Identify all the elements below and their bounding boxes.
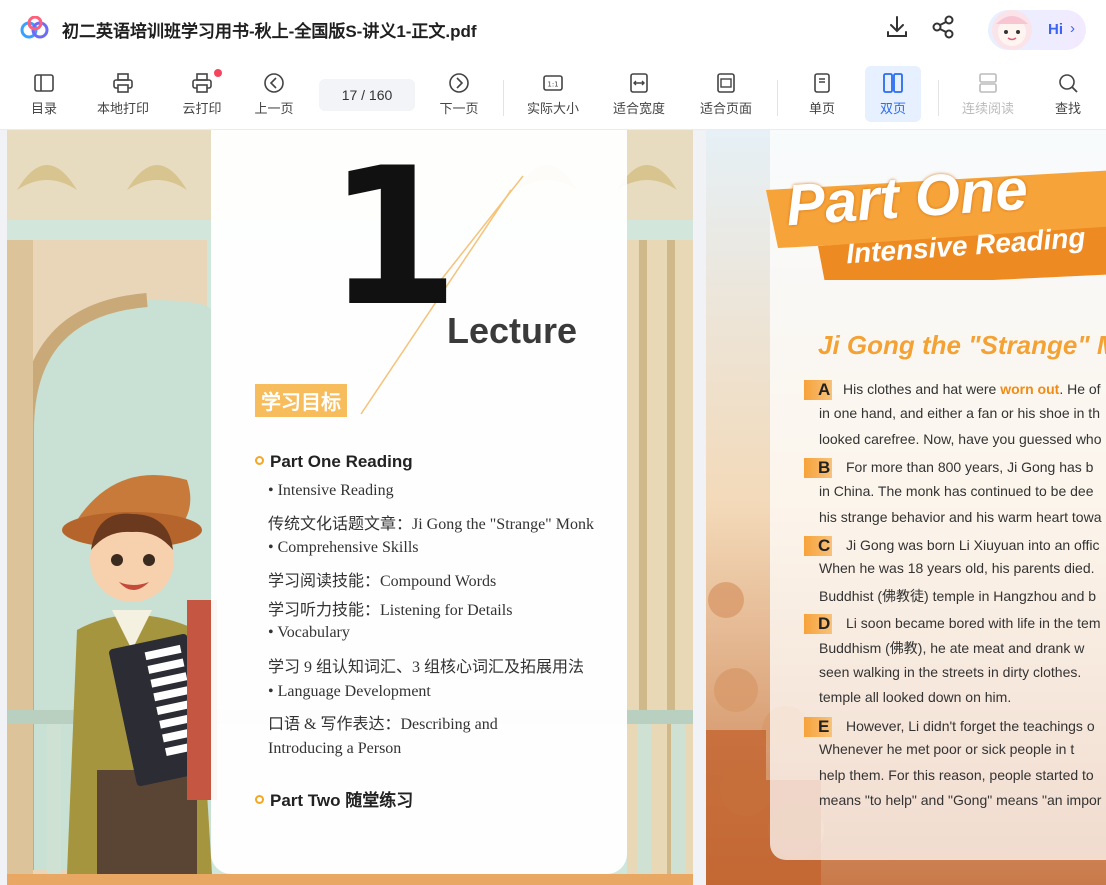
fit-page-icon bbox=[717, 73, 735, 93]
download-icon[interactable] bbox=[884, 14, 910, 40]
paragraph-line: looked carefree. Now, have you guessed w… bbox=[819, 431, 1102, 447]
paragraph-line: seen walking in the streets in dirty clo… bbox=[819, 664, 1082, 680]
share-icon[interactable] bbox=[930, 14, 956, 40]
assistant-label: Hi bbox=[1048, 21, 1063, 38]
part-one-heading: Part One Reading bbox=[255, 452, 413, 472]
content-line: • Comprehensive Skills bbox=[268, 539, 419, 556]
fit-width-button[interactable]: 适合宽度 bbox=[606, 66, 672, 122]
printer-icon bbox=[113, 73, 133, 93]
paragraph-letter: D bbox=[804, 614, 832, 634]
single-page-icon bbox=[814, 73, 830, 93]
toolbar-divider bbox=[503, 80, 504, 116]
paragraph-line: When he was 18 years old, his parents di… bbox=[819, 560, 1095, 576]
fit-width-icon bbox=[630, 73, 648, 93]
search-icon bbox=[1059, 74, 1078, 93]
lecture-heading: Lecture bbox=[447, 310, 578, 351]
prev-page-icon bbox=[264, 73, 284, 93]
content-line: 口语 & 写作表达：Describing and bbox=[268, 716, 498, 733]
paragraph-line: his strange behavior and his warm heart … bbox=[819, 509, 1102, 525]
single-page-button[interactable]: 单页 bbox=[800, 66, 844, 122]
toc-button[interactable]: 目录 bbox=[22, 66, 66, 122]
content-line: 学习听力技能：Listening for Details bbox=[268, 602, 513, 619]
part-two-heading: Part Two 随堂练习 bbox=[255, 786, 413, 811]
svg-text:1:1: 1:1 bbox=[547, 81, 558, 89]
actual-size-icon: 1:1 bbox=[543, 75, 563, 91]
paragraph-letter: C bbox=[804, 536, 832, 556]
content-line: • Language Development bbox=[268, 683, 431, 700]
content-line: 学习阅读技能：Compound Words bbox=[268, 573, 497, 590]
content-line: • Intensive Reading bbox=[268, 482, 394, 499]
next-page-icon bbox=[449, 73, 469, 93]
double-page-icon bbox=[883, 73, 903, 93]
app-logo-icon bbox=[20, 16, 49, 39]
page-total: / 160 bbox=[361, 87, 393, 103]
cloud-print-icon bbox=[192, 73, 212, 93]
lecture-card: 1 Lecture 学习目标 Part One Reading • Intens… bbox=[211, 130, 627, 874]
continuous-read-button[interactable]: 连续阅读 bbox=[955, 66, 1021, 122]
toolbar-divider bbox=[777, 80, 778, 116]
page-current[interactable]: 17 bbox=[342, 87, 358, 103]
page-right: Part One Intensive Reading Ji Gong the "… bbox=[706, 130, 1106, 885]
content-line: • Vocabulary bbox=[268, 624, 350, 641]
toolbar-divider bbox=[938, 80, 939, 116]
paragraph-line: Ji Gong was born Li Xiuyuan into an offi… bbox=[846, 537, 1100, 553]
page-left: 1 Lecture 学习目标 Part One Reading • Intens… bbox=[7, 130, 693, 885]
chevron-right-icon: › bbox=[1070, 20, 1075, 37]
paragraph-line: However, Li didn't forget the teachings … bbox=[846, 718, 1095, 734]
prev-page-button[interactable]: 上一页 bbox=[248, 66, 300, 122]
paragraph-line: Buddhism (佛教), he ate meat and drank w bbox=[819, 640, 1085, 656]
continuous-icon bbox=[979, 73, 997, 93]
content-line: Introducing a Person bbox=[268, 740, 402, 757]
search-button[interactable]: 查找 bbox=[1046, 66, 1090, 122]
paragraph-line: help them. For this reason, people start… bbox=[819, 767, 1094, 783]
paragraph-line: temple all looked down on him. bbox=[819, 689, 1012, 705]
paragraph-line: Buddhist (佛教徒) temple in Hangzhou and b bbox=[819, 588, 1097, 604]
paragraph-line: Whenever he met poor or sick people in t bbox=[819, 741, 1075, 757]
learning-goals-tag: 学习目标 bbox=[255, 384, 347, 417]
paragraph-line: His clothes and hat were worn out. He of bbox=[843, 381, 1101, 397]
local-print-button[interactable]: 本地打印 bbox=[88, 66, 158, 122]
paragraph-letter: E bbox=[804, 717, 832, 737]
actual-size-button[interactable]: 1:1 实际大小 bbox=[520, 66, 586, 122]
paragraph-line: Li soon became bored with life in the te… bbox=[846, 615, 1101, 631]
bullet-circle-icon bbox=[255, 795, 264, 804]
title-bar: 初二英语培训班学习用书-秋上-全国版S-讲义1-正文.pdf Hi › bbox=[0, 0, 1106, 56]
content-line: 传统文化话题文章：Ji Gong the "Strange" Monk bbox=[268, 516, 594, 533]
assistant-button[interactable]: Hi › bbox=[988, 10, 1086, 50]
paragraph-letter: B bbox=[804, 458, 832, 478]
notification-dot bbox=[214, 69, 222, 77]
paragraph-line: means "to help" and "Gong" means "an imp… bbox=[819, 792, 1102, 808]
toolbar: 目录 本地打印 云打印 上一页 17 / 160 下一页 1:1 实际大小 适合… bbox=[0, 56, 1106, 130]
content-line: 学习 9 组认知词汇、3 组核心词汇及拓展用法 bbox=[268, 659, 585, 676]
cloud-print-button[interactable]: 云打印 bbox=[176, 66, 228, 122]
page-indicator[interactable]: 17 / 160 bbox=[319, 79, 415, 111]
paragraph-line: in China. The monk has continued to be d… bbox=[819, 483, 1094, 499]
lecture-number: 1 bbox=[327, 130, 460, 348]
document-title: 初二英语培训班学习用书-秋上-全国版S-讲义1-正文.pdf bbox=[62, 22, 477, 41]
paragraph-line: For more than 800 years, Ji Gong has b bbox=[846, 459, 1094, 475]
double-page-button[interactable]: 双页 bbox=[865, 66, 921, 122]
paragraph-letter: A bbox=[804, 380, 832, 400]
article-title: Ji Gong the "Strange" M bbox=[818, 330, 1106, 360]
paragraph-line: in one hand, and either a fan or his sho… bbox=[819, 405, 1100, 421]
fit-page-button[interactable]: 适合页面 bbox=[693, 66, 759, 122]
assistant-avatar-icon bbox=[992, 10, 1032, 50]
document-viewer[interactable]: 1 Lecture 学习目标 Part One Reading • Intens… bbox=[0, 130, 1106, 885]
toc-icon bbox=[34, 74, 54, 92]
bullet-circle-icon bbox=[255, 456, 264, 465]
next-page-button[interactable]: 下一页 bbox=[433, 66, 485, 122]
